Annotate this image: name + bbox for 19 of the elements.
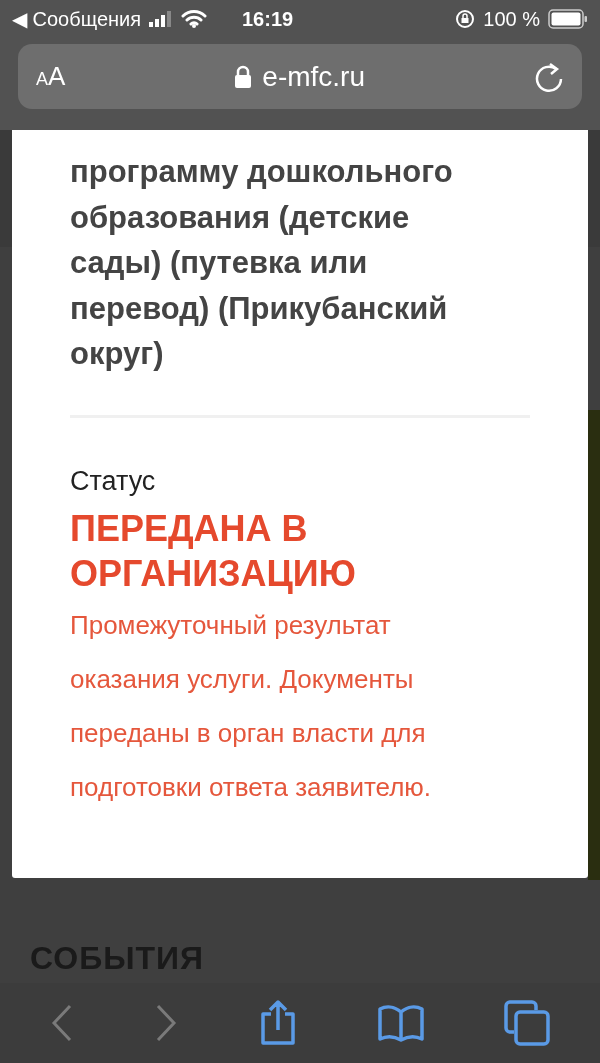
status-description: Промежуточный результат оказания услуги. Документы переданы в орган власти для подготовки ответа заявителю.: [70, 608, 433, 804]
status-value: ПЕРЕДАНА В ОРГАНИЗАЦИЮ: [70, 506, 357, 596]
share-icon[interactable]: [258, 1000, 298, 1046]
clock: 16:19: [242, 7, 295, 31]
lock-icon: [234, 64, 253, 89]
status-label: Статус: [70, 464, 157, 498]
tabs-icon[interactable]: [504, 1000, 550, 1046]
rotation-lock-icon: [455, 9, 476, 29]
book-icon[interactable]: [378, 1004, 424, 1042]
url-text: e-mfc.ru: [262, 60, 365, 93]
signal-icon: [149, 11, 174, 27]
back-to-app-link[interactable]: ◀ Сообщения: [12, 7, 142, 31]
address-bar[interactable]: AA e-mfc.ru: [18, 44, 582, 109]
text-size-button[interactable]: AA: [36, 61, 66, 92]
battery-icon: [548, 9, 588, 29]
battery-percent: 100 %: [483, 7, 540, 31]
service-title: программу дошкольного образования (детские сады) (путевка или перевод) (Прикубанский округ): [70, 153, 454, 373]
wifi-icon: [181, 10, 208, 28]
reload-icon[interactable]: [534, 60, 564, 93]
